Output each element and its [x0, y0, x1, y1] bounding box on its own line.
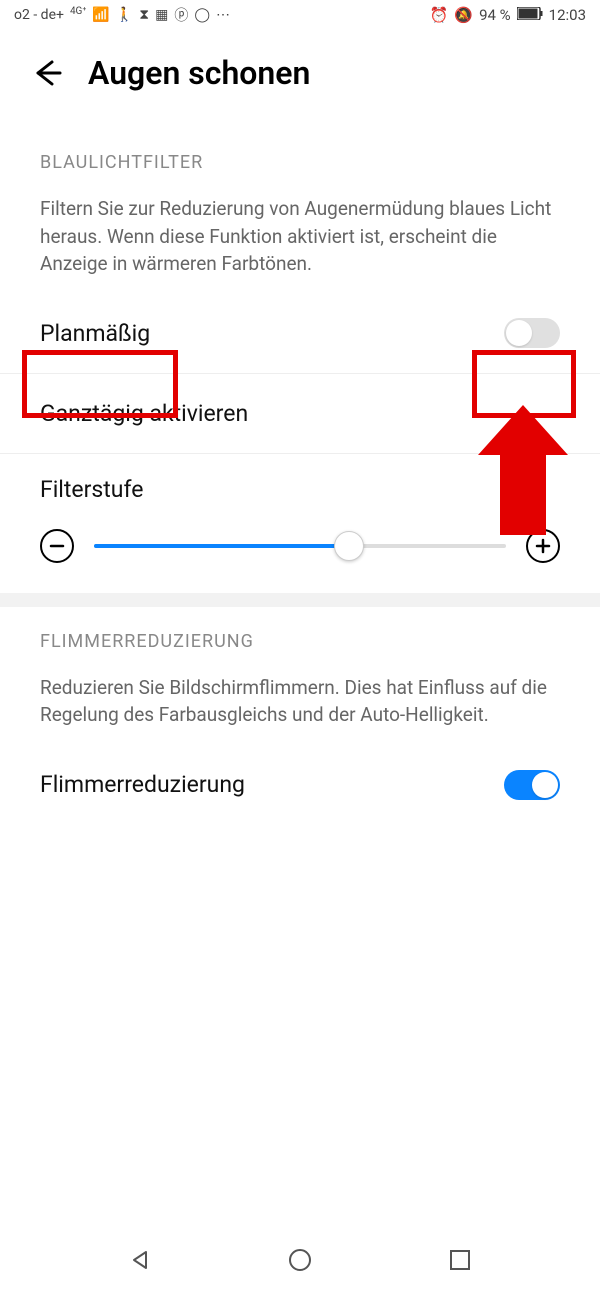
battery-icon: [517, 6, 543, 24]
status-right: ⏰ 🔕 94 % 12:03: [430, 6, 586, 24]
row-flicker[interactable]: Flimmerreduzierung: [0, 745, 600, 825]
walk-icon: 🚶: [116, 7, 133, 23]
section-flicker: FLIMMERREDUZIERUNG Reduzieren Sie Bildsc…: [0, 607, 600, 825]
section-heading-flicker: FLIMMERREDUZIERUNG: [0, 607, 600, 666]
scheduled-toggle[interactable]: [504, 318, 560, 348]
signal-icon: 📶: [92, 7, 109, 23]
nav-recent-button[interactable]: [445, 1245, 475, 1275]
row-allday[interactable]: Ganztägig aktivieren: [0, 374, 600, 454]
allday-label: Ganztägig aktivieren: [40, 400, 248, 427]
nav-bar: [0, 1220, 600, 1300]
flicker-toggle[interactable]: [504, 770, 560, 800]
decrease-button[interactable]: [40, 529, 74, 563]
filter-level-slider[interactable]: [94, 544, 506, 548]
page-title: Augen schonen: [88, 54, 310, 92]
hourglass-icon: ⧗: [139, 7, 149, 23]
filter-level-label: Filterstufe: [40, 454, 560, 513]
status-bar: o2 - de+ 4G⁺ 📶 🚶 ⧗ ▦ ⓟ ◯ ⋯ ⏰ 🔕 94 % 12:0…: [0, 0, 600, 30]
back-button[interactable]: [30, 56, 64, 90]
more-icon: ⋯: [216, 7, 230, 23]
section-heading-bluelight: BLAULICHTFILTER: [0, 112, 600, 187]
alarm-icon: ⏰: [430, 6, 449, 24]
mute-icon: 🔕: [454, 6, 473, 24]
battery-text: 94 %: [479, 6, 511, 24]
pinterest-icon: ⓟ: [174, 5, 188, 25]
status-left: o2 - de+ 4G⁺ 📶 🚶 ⧗ ▦ ⓟ ◯ ⋯: [14, 5, 230, 25]
clock-text: 12:03: [549, 6, 586, 24]
slider-thumb[interactable]: [334, 531, 364, 561]
increase-button[interactable]: [526, 529, 560, 563]
section-bluelight: BLAULICHTFILTER Filtern Sie zur Reduzier…: [0, 112, 600, 593]
section-desc-flicker: Reduzieren Sie Bildschirmflimmern. Dies …: [0, 666, 600, 745]
nav-back-button[interactable]: [125, 1245, 155, 1275]
carrier-label: o2 - de+: [14, 7, 64, 23]
scheduled-label: Planmäßig: [40, 320, 150, 347]
whatsapp-icon: ◯: [194, 7, 210, 23]
filter-level-area: Filterstufe: [0, 454, 600, 593]
nav-home-button[interactable]: [285, 1245, 315, 1275]
flicker-label: Flimmerreduzierung: [40, 771, 245, 798]
header: Augen schonen: [0, 30, 600, 112]
row-scheduled[interactable]: Planmäßig: [0, 294, 600, 374]
section-desc-bluelight: Filtern Sie zur Reduzierung von Augenerm…: [0, 187, 600, 294]
section-divider: [0, 593, 600, 607]
network-type: 4G⁺: [70, 6, 86, 17]
calendar-icon: ▦: [155, 7, 168, 23]
filter-level-slider-row: [40, 513, 560, 563]
